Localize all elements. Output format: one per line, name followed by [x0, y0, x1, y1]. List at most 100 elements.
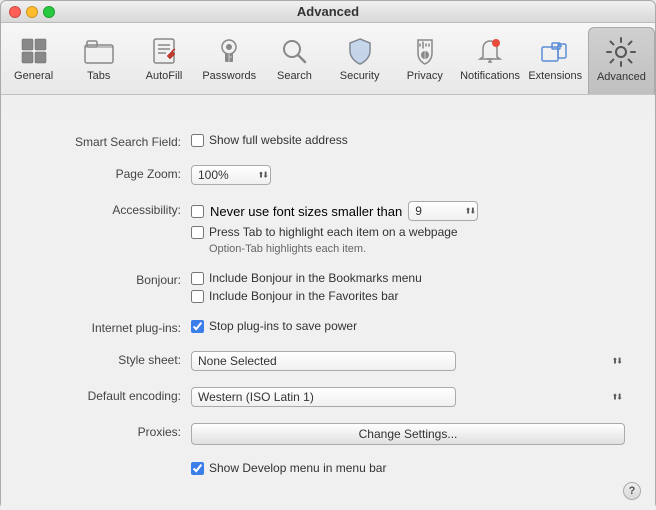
toolbar-label-privacy: Privacy	[407, 70, 443, 82]
default-encoding-select-wrapper: Western (ISO Latin 1) UTF-8 Unicode (UTF…	[191, 387, 625, 407]
smart-search-checkbox-row: Show full website address	[191, 133, 625, 147]
general-icon	[18, 35, 50, 67]
accessibility-fontsize-label: Never use font sizes smaller than	[210, 204, 402, 219]
default-encoding-row: Default encoding: Western (ISO Latin 1) …	[31, 387, 625, 407]
style-sheet-label: Style sheet:	[31, 351, 191, 367]
style-sheet-controls: None Selected	[191, 351, 625, 371]
advanced-icon	[605, 36, 637, 68]
accessibility-tab-label: Press Tab to highlight each item on a we…	[209, 225, 458, 239]
traffic-lights	[9, 6, 55, 18]
accessibility-label: Accessibility:	[31, 201, 191, 217]
smart-search-row: Smart Search Field: Show full website ad…	[31, 133, 625, 149]
style-sheet-select-wrapper: None Selected	[191, 351, 625, 371]
default-encoding-label: Default encoding:	[31, 387, 191, 403]
toolbar-label-advanced: Advanced	[597, 71, 646, 83]
toolbar-label-tabs: Tabs	[87, 70, 110, 82]
security-icon	[344, 35, 376, 67]
toolbar-item-notifications[interactable]: Notifications	[457, 27, 522, 94]
internet-plugins-label-text: Stop plug-ins to save power	[209, 319, 357, 333]
internet-plugins-checkbox-row: Stop plug-ins to save power	[191, 319, 625, 333]
bottom-bar: ?	[623, 482, 641, 500]
toolbar-label-passwords: Passwords	[202, 70, 256, 82]
default-encoding-controls: Western (ISO Latin 1) UTF-8 Unicode (UTF…	[191, 387, 625, 407]
style-sheet-row: Style sheet: None Selected	[31, 351, 625, 371]
internet-plugins-controls: Stop plug-ins to save power	[191, 319, 625, 333]
proxies-controls: Change Settings...	[191, 423, 625, 445]
develop-menu-label-text: Show Develop menu in menu bar	[209, 461, 386, 475]
accessibility-row: Accessibility: Never use font sizes smal…	[31, 201, 625, 255]
page-zoom-select[interactable]: 75% 85% 90% 95% 100% 110% 125% 150%	[191, 165, 271, 185]
toolbar-label-security: Security	[340, 70, 380, 82]
develop-menu-row: Show Develop menu in menu bar	[31, 461, 625, 475]
page-zoom-controls: 75% 85% 90% 95% 100% 110% 125% 150%	[191, 165, 625, 185]
accessibility-tab-hint: Option-Tab highlights each item.	[209, 243, 625, 255]
bonjour-bookmarks-checkbox[interactable]	[191, 272, 204, 285]
toolbar-item-passwords[interactable]: Passwords	[197, 27, 262, 94]
toolbar-item-advanced[interactable]: Advanced	[588, 27, 655, 95]
toolbar-item-privacy[interactable]: Privacy	[392, 27, 457, 94]
style-sheet-select[interactable]: None Selected	[191, 351, 456, 371]
develop-menu-checkbox-row: Show Develop menu in menu bar	[191, 461, 625, 475]
bonjour-label: Bonjour:	[31, 271, 191, 287]
privacy-icon	[409, 35, 441, 67]
accessibility-fontsize-checkbox[interactable]	[191, 205, 204, 218]
close-button[interactable]	[9, 6, 21, 18]
internet-plugins-label: Internet plug-ins:	[31, 319, 191, 335]
autofill-icon	[148, 35, 180, 67]
notifications-icon	[474, 35, 506, 67]
proxies-row: Proxies: Change Settings...	[31, 423, 625, 445]
page-zoom-controls-row: 75% 85% 90% 95% 100% 110% 125% 150%	[191, 165, 625, 185]
proxies-label: Proxies:	[31, 423, 191, 439]
main-content: Smart Search Field: Show full website ad…	[1, 95, 655, 510]
toolbar-item-tabs[interactable]: Tabs	[66, 27, 131, 94]
smart-search-controls: Show full website address	[191, 133, 625, 147]
toolbar-item-extensions[interactable]: Extensions	[523, 27, 588, 94]
minimize-button[interactable]	[26, 6, 38, 18]
smart-search-checkbox[interactable]	[191, 134, 204, 147]
tabs-icon	[83, 35, 115, 67]
toolbar-label-autofill: AutoFill	[146, 70, 183, 82]
develop-menu-controls: Show Develop menu in menu bar	[191, 461, 625, 475]
accessibility-tab-checkbox[interactable]	[191, 226, 204, 239]
toolbar-label-extensions: Extensions	[528, 70, 582, 82]
toolbar-item-autofill[interactable]: AutoFill	[131, 27, 196, 94]
accessibility-fontsize-row: Never use font sizes smaller than 9 10 1…	[191, 201, 625, 221]
bonjour-favorites-row: Include Bonjour in the Favorites bar	[191, 289, 625, 303]
bonjour-row: Bonjour: Include Bonjour in the Bookmark…	[31, 271, 625, 303]
fontsize-select[interactable]: 9 10 11 12 14	[408, 201, 478, 221]
bonjour-favorites-checkbox[interactable]	[191, 290, 204, 303]
window-title: Advanced	[297, 4, 359, 19]
extensions-icon	[539, 35, 571, 67]
smart-search-label: Smart Search Field:	[31, 133, 191, 149]
page-zoom-label: Page Zoom:	[31, 165, 191, 181]
fontsize-select-wrapper: 9 10 11 12 14	[408, 201, 478, 221]
toolbar-label-search: Search	[277, 70, 312, 82]
develop-menu-label	[31, 461, 191, 463]
accessibility-controls: Never use font sizes smaller than 9 10 1…	[191, 201, 625, 255]
bonjour-bookmarks-row: Include Bonjour in the Bookmarks menu	[191, 271, 625, 285]
toolbar-item-security[interactable]: Security	[327, 27, 392, 94]
accessibility-tab-row: Press Tab to highlight each item on a we…	[191, 225, 625, 239]
develop-menu-checkbox[interactable]	[191, 462, 204, 475]
internet-plugins-row: Internet plug-ins: Stop plug-ins to save…	[31, 319, 625, 335]
page-zoom-select-wrapper: 75% 85% 90% 95% 100% 110% 125% 150%	[191, 165, 271, 185]
default-encoding-select[interactable]: Western (ISO Latin 1) UTF-8 Unicode (UTF…	[191, 387, 456, 407]
maximize-button[interactable]	[43, 6, 55, 18]
search-icon	[278, 35, 310, 67]
toolbar-item-general[interactable]: General	[1, 27, 66, 94]
toolbar-item-search[interactable]: Search	[262, 27, 327, 94]
proxies-button[interactable]: Change Settings...	[191, 423, 625, 445]
help-button[interactable]: ?	[623, 482, 641, 500]
title-bar: Advanced	[1, 1, 655, 23]
toolbar: General Tabs AutoFill	[1, 23, 655, 95]
bonjour-bookmarks-label: Include Bonjour in the Bookmarks menu	[209, 271, 422, 285]
toolbar-label-notifications: Notifications	[460, 70, 520, 82]
internet-plugins-checkbox[interactable]	[191, 320, 204, 333]
smart-search-checkbox-label: Show full website address	[209, 133, 348, 147]
bonjour-favorites-label: Include Bonjour in the Favorites bar	[209, 289, 398, 303]
bonjour-controls: Include Bonjour in the Bookmarks menu In…	[191, 271, 625, 303]
toolbar-label-general: General	[14, 70, 53, 82]
page-zoom-row: Page Zoom: 75% 85% 90% 95% 100% 110% 125…	[31, 165, 625, 185]
passwords-icon	[213, 35, 245, 67]
settings-form: Smart Search Field: Show full website ad…	[1, 113, 655, 509]
